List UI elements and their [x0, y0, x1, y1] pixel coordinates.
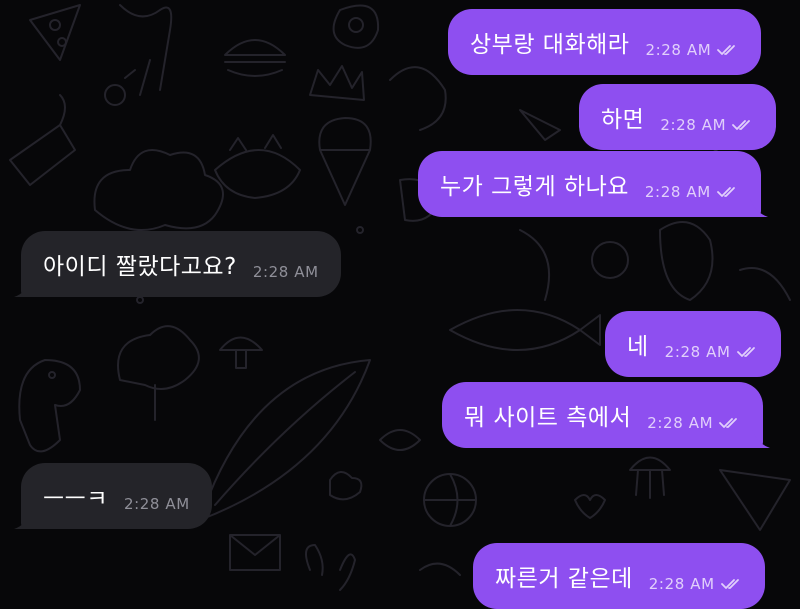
message-text: 아이디 짤랐다고요? — [43, 254, 237, 280]
message-bubble-outgoing[interactable]: 뭐 사이트 측에서 2:28 AM — [442, 382, 771, 448]
double-check-icon — [736, 347, 755, 357]
message-time: 2:28 AM — [647, 414, 714, 432]
message-time: 2:28 AM — [252, 263, 319, 281]
message-meta: 2:28 AM — [649, 575, 743, 593]
message-bubble-outgoing[interactable]: 네 2:28 AM — [605, 311, 781, 377]
message-time: 2:28 AM — [123, 495, 190, 513]
message-time: 2:28 AM — [660, 116, 727, 134]
bubble-tail — [14, 511, 32, 529]
double-check-icon — [717, 45, 736, 55]
message-meta: 2:28 AM — [665, 343, 759, 361]
double-check-icon — [719, 418, 738, 428]
message-bubble-outgoing[interactable]: 상부랑 대화해라 2:28 AM — [448, 9, 762, 75]
message-meta: 2:28 AM — [124, 495, 190, 513]
message-text: ㅡㅡㅋ — [43, 486, 108, 512]
bubble-tail — [752, 430, 771, 448]
message-text: 뭐 사이트 측에서 — [464, 405, 632, 431]
double-check-icon — [720, 579, 739, 589]
double-check-icon — [732, 120, 751, 130]
message-meta: 2:28 AM — [660, 116, 754, 134]
message-bubble-outgoing[interactable]: 누가 그렇게 하나요 2:28 AM — [418, 151, 768, 217]
message-bubble-incoming[interactable]: 아이디 짤랐다고요? 2:28 AM — [14, 231, 341, 297]
message-bubble-incoming[interactable]: ㅡㅡㅋ 2:28 AM — [14, 463, 212, 529]
bubble-tail — [14, 279, 32, 297]
bubble-tail — [749, 199, 768, 217]
message-time: 2:28 AM — [664, 343, 731, 361]
message-text: 하면 — [601, 107, 645, 133]
message-time: 2:28 AM — [648, 575, 715, 593]
message-text: 누가 그렇게 하나요 — [440, 174, 629, 200]
message-meta: 2:28 AM — [645, 183, 739, 201]
message-meta: 2:28 AM — [645, 41, 739, 59]
message-time: 2:28 AM — [644, 183, 711, 201]
message-bubble-outgoing[interactable]: 짜른거 같은데 2:28 AM — [473, 543, 765, 609]
message-meta: 2:28 AM — [253, 263, 319, 281]
message-text: 네 — [627, 334, 649, 360]
message-time: 2:28 AM — [645, 41, 712, 59]
message-meta: 2:28 AM — [647, 414, 741, 432]
message-text: 상부랑 대화해라 — [470, 32, 630, 58]
double-check-icon — [716, 187, 735, 197]
message-text: 짜른거 같은데 — [495, 566, 633, 592]
message-bubble-outgoing[interactable]: 하면 2:28 AM — [579, 84, 777, 150]
